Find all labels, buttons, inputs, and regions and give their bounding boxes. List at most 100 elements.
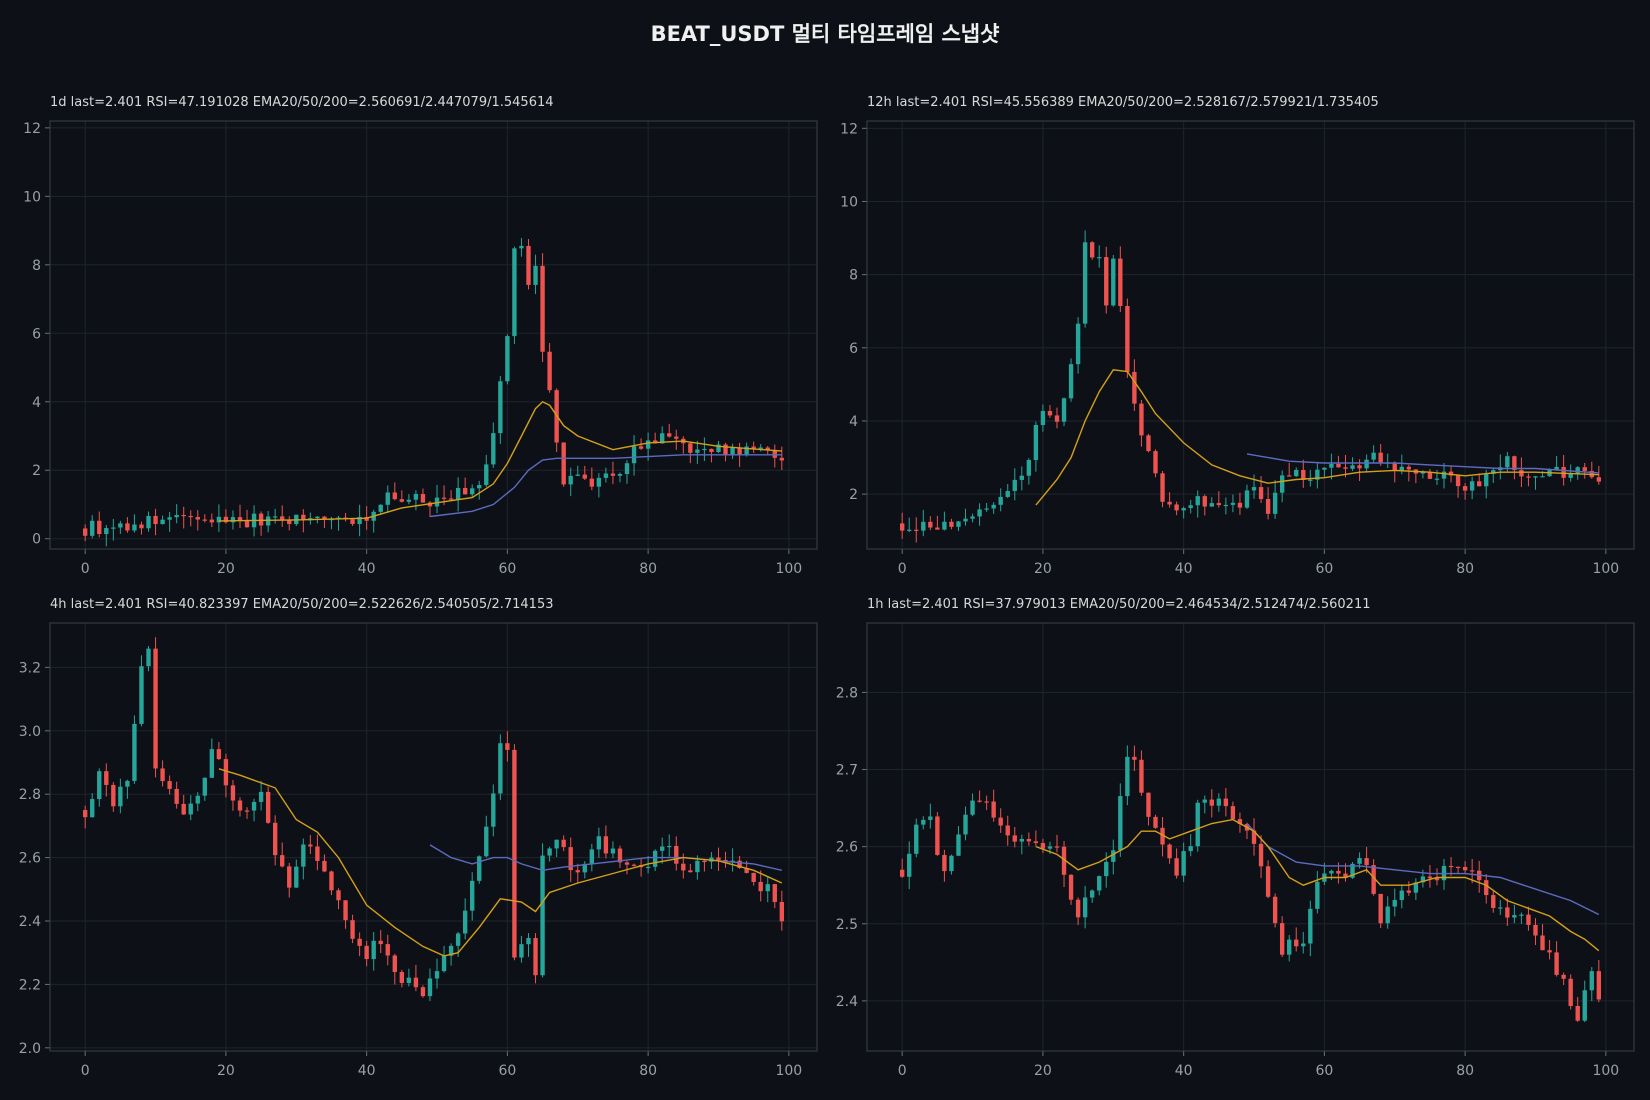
candle-body — [287, 520, 292, 525]
candle-body — [505, 336, 510, 382]
candle-body — [1188, 505, 1193, 509]
x-tick-label: 80 — [1456, 561, 1474, 577]
candle-body — [914, 529, 919, 531]
candle-body — [181, 514, 186, 517]
y-tick-label: 3.0 — [19, 724, 41, 740]
candle-body — [202, 777, 207, 796]
candle-body — [1265, 866, 1271, 897]
candle-body — [83, 528, 88, 536]
candle-body — [1294, 469, 1299, 477]
candle-body — [1125, 756, 1130, 797]
candle-body — [336, 890, 341, 901]
x-tick-label: 20 — [1034, 561, 1052, 577]
candle-body — [617, 473, 623, 476]
candle-body — [427, 978, 433, 997]
y-tick-label: 8 — [849, 268, 858, 284]
candle-body — [1132, 756, 1137, 760]
candle-body — [1498, 907, 1503, 909]
candle-body — [1082, 897, 1088, 918]
candle-body — [1026, 838, 1032, 842]
candle-body — [455, 933, 461, 946]
candle-body — [1230, 806, 1236, 820]
candle-body — [1146, 792, 1151, 817]
candle-body — [413, 977, 419, 988]
candle-body — [688, 443, 693, 453]
candle-body — [631, 864, 637, 866]
candle-body — [921, 819, 926, 825]
candle-body — [294, 866, 299, 888]
candle-body — [1505, 907, 1510, 918]
candle-body — [258, 513, 264, 526]
candle-body — [350, 920, 355, 939]
candle-body — [779, 457, 784, 461]
candle-body — [645, 440, 651, 449]
candle-body — [125, 780, 130, 787]
plot-frame — [866, 622, 1635, 1052]
candle-body — [1399, 890, 1404, 901]
candle-body — [998, 817, 1003, 826]
candle-body — [132, 524, 137, 531]
candle-body — [963, 814, 968, 835]
x-tick-label: 100 — [1592, 1063, 1619, 1079]
ema50-line — [1246, 453, 1599, 474]
candle-body — [392, 492, 397, 500]
candle-body — [287, 866, 292, 888]
candle-body — [533, 265, 538, 285]
candle-body — [484, 826, 489, 857]
candle-body — [624, 862, 630, 865]
candle-body — [1040, 843, 1046, 849]
candle-body — [1244, 490, 1250, 508]
candle-body — [1012, 479, 1017, 492]
candle-body — [244, 810, 250, 812]
x-tick-label: 40 — [1175, 561, 1193, 577]
candle-body — [1287, 939, 1292, 955]
x-tick-label: 60 — [1315, 561, 1333, 577]
candle-body — [603, 473, 609, 478]
candle-body — [1434, 478, 1440, 480]
x-tick-label: 100 — [775, 561, 802, 577]
candle-body — [1301, 943, 1306, 947]
candle-body — [1153, 451, 1158, 474]
y-tick-label: 2.6 — [19, 851, 41, 867]
candle-body — [998, 496, 1003, 505]
candle-body — [1097, 876, 1102, 891]
candle-body — [1315, 881, 1320, 909]
candle-body — [1484, 473, 1489, 487]
candle-body — [652, 850, 658, 867]
candle-body — [1089, 242, 1095, 258]
candle-body — [111, 527, 116, 529]
candle-body — [146, 515, 151, 529]
candle-body — [385, 492, 390, 505]
x-tick-label: 60 — [498, 1063, 516, 1079]
candle-body — [223, 759, 229, 786]
y-tick-label: 2.5 — [836, 917, 858, 933]
candle-body — [1139, 759, 1144, 793]
candle-body — [399, 499, 405, 502]
candle-body — [1406, 466, 1412, 470]
candle-body — [1385, 906, 1390, 924]
candle-body — [900, 869, 905, 877]
candle-body — [1279, 923, 1285, 955]
candle-body — [1540, 476, 1545, 478]
y-tick-label: 6 — [32, 326, 41, 342]
candle-body — [470, 488, 475, 495]
y-tick-label: 0 — [32, 532, 41, 548]
x-tick-label: 20 — [217, 1063, 235, 1079]
candle-body — [589, 849, 595, 864]
candle-body — [104, 528, 109, 535]
x-tick-label: 80 — [639, 1063, 657, 1079]
candle-body — [1526, 476, 1531, 478]
candle-body — [1223, 798, 1229, 807]
candle-body — [1054, 846, 1060, 848]
candle-body — [406, 977, 412, 983]
candle-body — [645, 866, 651, 869]
candle-body — [160, 519, 165, 525]
candle-body — [1209, 799, 1214, 806]
candle-body — [118, 523, 123, 528]
candle-body — [603, 836, 609, 854]
candle-body — [935, 816, 940, 855]
candle-body — [1287, 475, 1292, 477]
candle-body — [244, 521, 250, 528]
candle-body — [540, 855, 545, 976]
candle-body — [751, 872, 756, 882]
